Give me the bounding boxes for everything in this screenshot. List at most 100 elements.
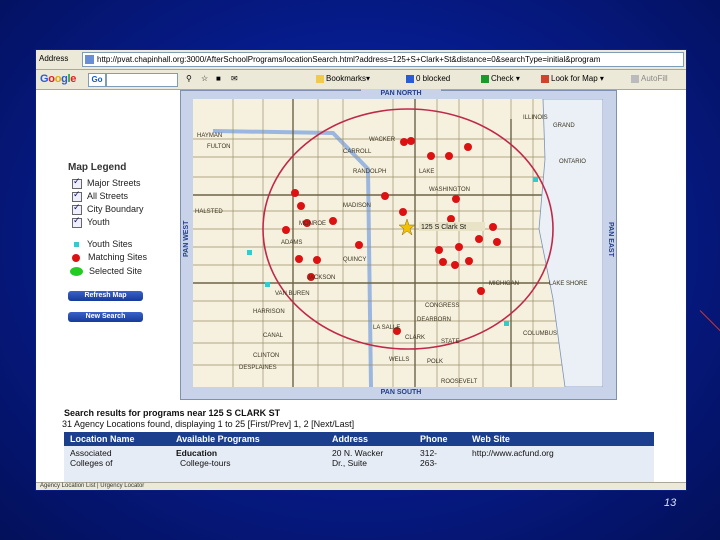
street-label: GRAND xyxy=(553,123,575,129)
matching-site-marker[interactable] xyxy=(427,152,435,160)
street-label: DEARBORN xyxy=(417,317,451,323)
street-label: ADAMS xyxy=(281,240,302,246)
street-label: CLARK xyxy=(405,335,425,341)
pan-south-button[interactable]: PAN SOUTH xyxy=(361,388,441,398)
column-header[interactable]: Phone xyxy=(420,434,448,444)
street-label: RANDOLPH xyxy=(353,169,386,175)
new-search-button[interactable]: New Search xyxy=(68,312,143,322)
layer-label: Youth xyxy=(87,217,110,227)
bookmark-star-icon[interactable]: ☆ xyxy=(201,74,208,86)
matching-site-marker[interactable] xyxy=(447,215,455,223)
toolbar-check[interactable]: Check ▾ xyxy=(481,74,520,86)
matching-site-icon xyxy=(72,253,80,262)
street-label: HAYMAN xyxy=(197,133,222,139)
checkbox[interactable] xyxy=(72,189,82,202)
street-label: LAKE xyxy=(419,169,434,175)
search-icon[interactable]: ⚲ xyxy=(186,74,192,86)
street-label: HARRISON xyxy=(253,309,285,315)
matching-site-marker[interactable] xyxy=(493,238,501,246)
pan-west-button[interactable]: PAN WEST xyxy=(181,199,193,279)
matching-site-marker[interactable] xyxy=(329,217,337,225)
table-row[interactable]: Associated Colleges of Education College… xyxy=(64,446,654,482)
website-link[interactable]: http://www.acfund.org xyxy=(472,448,554,458)
matching-site-marker[interactable] xyxy=(295,255,303,263)
matching-site-marker[interactable] xyxy=(435,246,443,254)
matching-site-marker[interactable] xyxy=(465,257,473,265)
matching-site-marker[interactable] xyxy=(445,152,453,160)
results-summary[interactable]: 31 Agency Locations found, displaying 1 … xyxy=(62,419,354,429)
matching-site-marker[interactable] xyxy=(464,143,472,151)
matching-site-marker[interactable] xyxy=(313,256,321,264)
matching-site-marker[interactable] xyxy=(381,192,389,200)
column-header[interactable]: Address xyxy=(332,434,368,444)
matching-site-marker[interactable] xyxy=(452,195,460,203)
matching-site-marker[interactable] xyxy=(282,226,290,234)
matching-site-marker[interactable] xyxy=(477,287,485,295)
toolbar-popup-blocker[interactable]: 0 blocked xyxy=(406,74,450,86)
results-table-header: Location Name Available Programs Address… xyxy=(64,432,654,446)
layer-all-streets[interactable]: All Streets xyxy=(72,189,128,202)
toolbar-bookmarks[interactable]: Bookmarks▾ xyxy=(316,74,370,86)
layer-youth[interactable]: Youth xyxy=(72,215,110,228)
checkbox[interactable] xyxy=(72,176,82,189)
column-header[interactable]: Location Name xyxy=(70,434,135,444)
google-toolbar: Google Go ⚲ ☆ ■ ✉ Bookmarks▾ 0 blocked C… xyxy=(36,70,686,90)
street-label: WACKER xyxy=(369,137,396,143)
street-label: HALSTED xyxy=(195,209,223,215)
matching-site-marker[interactable] xyxy=(407,137,415,145)
street-label: FULTON xyxy=(207,144,230,150)
map-icon xyxy=(541,74,549,83)
toolbar-look-for-map[interactable]: Look for Map ▾ xyxy=(541,74,604,86)
google-search-input[interactable] xyxy=(106,73,178,87)
street-label: CONGRESS xyxy=(425,303,459,309)
pan-east-button[interactable]: PAN EAST xyxy=(604,199,616,279)
layer-city-boundary[interactable]: City Boundary xyxy=(72,202,144,215)
matching-site-marker[interactable] xyxy=(475,235,483,243)
column-header[interactable]: Available Programs xyxy=(176,434,260,444)
matching-site-marker[interactable] xyxy=(355,241,363,249)
phone: 312- xyxy=(420,448,438,458)
toolbar-autofill-label: AutoFill xyxy=(641,74,668,83)
layer-major-streets[interactable]: Major Streets xyxy=(72,176,141,189)
matching-site-marker[interactable] xyxy=(291,189,299,197)
decorative-line xyxy=(699,310,720,333)
checkbox[interactable] xyxy=(72,202,82,215)
matching-site-marker[interactable] xyxy=(399,208,407,216)
map-canvas[interactable]: 125 S Clark St HAYMAN FULTON CARROLL RAN… xyxy=(193,99,603,387)
youth-site-icon xyxy=(74,242,79,248)
street-label: LA SALLE xyxy=(373,325,400,331)
street-label: ILLINOIS xyxy=(523,115,548,121)
street-label: JACKSON xyxy=(307,275,335,281)
refresh-map-button[interactable]: Refresh Map xyxy=(68,291,143,301)
youth-site-marker[interactable] xyxy=(533,177,538,182)
news-icon[interactable]: ✉ xyxy=(231,74,238,86)
location-name-cont[interactable]: Colleges of xyxy=(70,458,113,468)
google-go-button[interactable]: Go xyxy=(88,73,106,87)
matching-site-marker[interactable] xyxy=(297,202,305,210)
slide-number: 13 xyxy=(664,497,677,509)
page-rank-icon[interactable]: ■ xyxy=(216,74,221,86)
browser-window: Address http://pvat.chapinhall.org:3000/… xyxy=(36,50,686,490)
map-svg[interactable]: 125 S Clark St HAYMAN FULTON CARROLL RAN… xyxy=(193,99,603,387)
checkbox[interactable] xyxy=(72,215,82,228)
matching-site-marker[interactable] xyxy=(400,138,408,146)
street-label: CARROLL xyxy=(343,149,372,155)
address-cont: Dr., Suite xyxy=(332,458,367,468)
matching-site-marker[interactable] xyxy=(439,258,447,266)
matching-site-marker[interactable] xyxy=(451,261,459,269)
toolbar-autofill[interactable]: AutoFill xyxy=(631,74,668,86)
youth-site-marker[interactable] xyxy=(265,282,270,287)
location-name[interactable]: Associated xyxy=(70,448,112,458)
results-heading: Search results for programs near 125 S C… xyxy=(64,408,281,418)
layer-label: City Boundary xyxy=(87,204,144,214)
matching-site-marker[interactable] xyxy=(489,223,497,231)
search-location-label: 125 S Clark St xyxy=(421,224,466,231)
youth-site-marker[interactable] xyxy=(247,250,252,255)
column-header[interactable]: Web Site xyxy=(472,434,510,444)
address-bar: Address http://pvat.chapinhall.org:3000/… xyxy=(36,50,686,70)
matching-site-marker[interactable] xyxy=(455,243,463,251)
url-field[interactable]: http://pvat.chapinhall.org:3000/AfterSch… xyxy=(82,52,684,67)
pan-north-button[interactable]: PAN NORTH xyxy=(361,89,441,98)
street-label: VAN BUREN xyxy=(275,291,310,297)
youth-site-marker[interactable] xyxy=(504,321,509,326)
